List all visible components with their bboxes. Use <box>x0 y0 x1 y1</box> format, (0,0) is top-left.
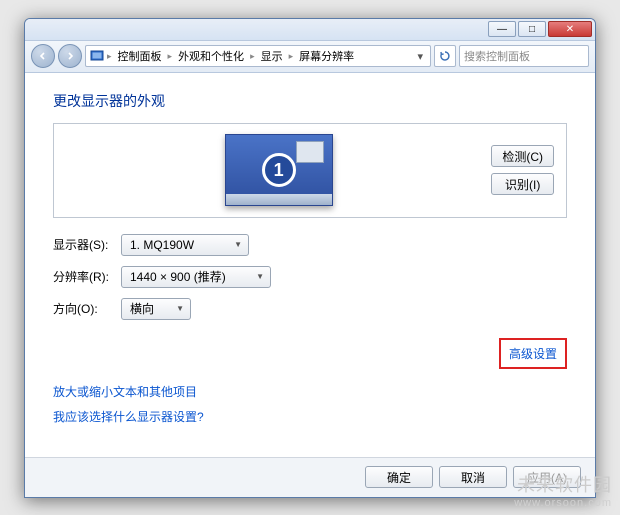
identify-button[interactable]: 识别(I) <box>491 173 554 195</box>
arrow-right-icon <box>65 51 75 61</box>
dialog-footer: 确定 取消 应用(A) <box>25 457 595 497</box>
resolution-select[interactable]: 1440 × 900 (推荐) <box>121 266 271 288</box>
display-label: 显示器(S): <box>53 236 111 253</box>
breadcrumb-dropdown[interactable]: ▾ <box>413 50 427 63</box>
toolbar: ▸ 控制面板 ▸ 外观和个性化 ▸ 显示 ▸ 屏幕分辨率 ▾ 搜索控制面板 <box>25 41 595 73</box>
advanced-link-wrap: 高级设置 <box>53 338 567 369</box>
nav-back-button[interactable] <box>31 44 55 68</box>
monitor-number-badge: 1 <box>262 153 296 187</box>
chevron-right-icon: ▸ <box>250 51 255 62</box>
breadcrumb-item[interactable]: 控制面板 <box>114 48 166 64</box>
chevron-right-icon: ▸ <box>107 51 112 62</box>
apply-button[interactable]: 应用(A) <box>513 466 581 488</box>
monitor-preview-panel: 1 检测(C) 识别(I) <box>53 123 567 218</box>
window-frame: — □ ✕ ▸ 控制面板 ▸ 外观和个性化 ▸ 显示 ▸ 屏幕分辨率 ▾ <box>24 18 596 498</box>
resolution-label: 分辨率(R): <box>53 268 111 285</box>
breadcrumb[interactable]: ▸ 控制面板 ▸ 外观和个性化 ▸ 显示 ▸ 屏幕分辨率 ▾ <box>85 45 431 67</box>
search-placeholder: 搜索控制面板 <box>464 48 530 64</box>
breadcrumb-item[interactable]: 屏幕分辨率 <box>295 48 358 64</box>
breadcrumb-item[interactable]: 外观和个性化 <box>174 48 248 64</box>
resolution-row: 分辨率(R): 1440 × 900 (推荐) <box>53 266 567 288</box>
titlebar: — □ ✕ <box>25 19 595 41</box>
mini-window-icon <box>296 141 324 163</box>
search-input[interactable]: 搜索控制面板 <box>459 45 589 67</box>
watermark-url: www.orsoon.com <box>514 497 612 509</box>
monitor-preview-wrap: 1 <box>66 134 491 206</box>
text-size-link[interactable]: 放大或缩小文本和其他项目 <box>53 383 567 400</box>
refresh-button[interactable] <box>434 45 456 67</box>
chevron-right-icon: ▸ <box>289 51 294 62</box>
form-rows: 显示器(S): 1. MQ190W 分辨率(R): 1440 × 900 (推荐… <box>53 234 567 320</box>
orientation-select[interactable]: 横向 <box>121 298 191 320</box>
display-select[interactable]: 1. MQ190W <box>121 234 249 256</box>
help-links: 放大或缩小文本和其他项目 我应该选择什么显示器设置? <box>53 383 567 425</box>
taskbar-icon <box>226 194 332 205</box>
orientation-row: 方向(O): 横向 <box>53 298 567 320</box>
close-button[interactable]: ✕ <box>548 21 592 37</box>
which-settings-link[interactable]: 我应该选择什么显示器设置? <box>53 408 567 425</box>
monitor-preview[interactable]: 1 <box>225 134 333 206</box>
panel-buttons: 检测(C) 识别(I) <box>491 145 554 195</box>
breadcrumb-item[interactable]: 显示 <box>257 48 287 64</box>
page-title: 更改显示器的外观 <box>53 91 567 111</box>
detect-button[interactable]: 检测(C) <box>491 145 554 167</box>
orientation-label: 方向(O): <box>53 300 111 317</box>
chevron-right-icon: ▸ <box>168 51 173 62</box>
content-area: 更改显示器的外观 1 检测(C) 识别(I) 显示器(S): 1. MQ190W… <box>25 73 595 457</box>
nav-forward-button[interactable] <box>58 44 82 68</box>
cancel-button[interactable]: 取消 <box>439 466 507 488</box>
ok-button[interactable]: 确定 <box>365 466 433 488</box>
maximize-button[interactable]: □ <box>518 21 546 37</box>
minimize-button[interactable]: — <box>488 21 516 37</box>
arrow-left-icon <box>38 51 48 61</box>
display-row: 显示器(S): 1. MQ190W <box>53 234 567 256</box>
advanced-settings-link[interactable]: 高级设置 <box>499 338 567 369</box>
control-panel-icon <box>89 48 105 64</box>
refresh-icon <box>439 50 451 62</box>
